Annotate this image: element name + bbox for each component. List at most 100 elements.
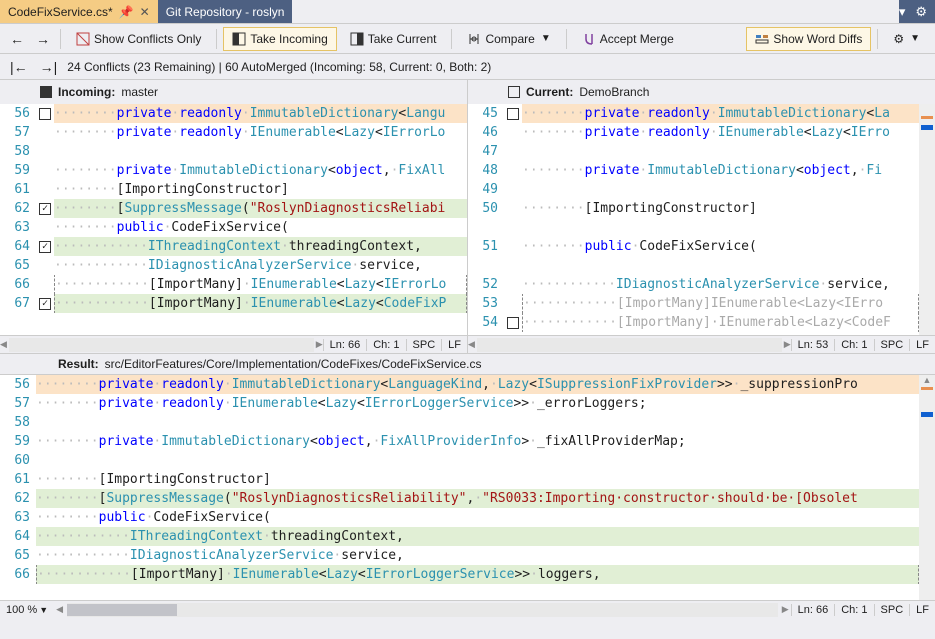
take-incoming-button[interactable]: Take Incoming (223, 27, 336, 51)
code-line[interactable]: 48········private·ImmutableDictionary<ob… (468, 161, 919, 180)
result-header: Result: src/EditorFeatures/Core/Implemen… (0, 353, 935, 375)
line-number: 54 (468, 313, 504, 332)
line-number: 63 (0, 508, 36, 527)
code-line[interactable]: 60 (0, 451, 919, 470)
line-number: 61 (0, 180, 36, 199)
code-line[interactable]: 64✓············IThreadingContext·threadi… (0, 237, 467, 256)
code-line[interactable]: 57········private·readonly·IEnumerable<L… (0, 394, 919, 413)
take-current-button[interactable]: Take Current (341, 27, 446, 51)
merge-toolbar: ← → Show Conflicts Only Take Incoming Ta… (0, 24, 935, 54)
code-line[interactable]: 46········private·readonly·IEnumerable<L… (468, 123, 919, 142)
code-line[interactable]: 56········private·readonly·ImmutableDict… (0, 104, 467, 123)
code-line[interactable]: 45········private·readonly·ImmutableDict… (468, 104, 919, 123)
tab-label: CodeFixService.cs* (8, 5, 113, 19)
line-number: 65 (0, 256, 36, 275)
horizontal-scrollbar[interactable]: ◀▶ (0, 338, 323, 352)
code-line[interactable]: 66············[ImportMany]·IEnumerable<L… (0, 275, 467, 294)
line-checkbox[interactable]: ✓ (39, 298, 51, 310)
line-number: 64 (0, 527, 36, 546)
select-all-incoming-checkbox[interactable] (40, 86, 52, 98)
next-conflict-icon[interactable]: →| (38, 59, 60, 75)
compare-icon (467, 32, 481, 46)
current-pane: Current: DemoBranch 45········private·re… (468, 80, 935, 353)
conflict-summary-text: 24 Conflicts (23 Remaining) | 60 AutoMer… (67, 60, 491, 74)
line-checkbox[interactable] (507, 317, 519, 329)
tab-label: Git Repository - roslyn (166, 5, 285, 19)
line-number: 61 (0, 470, 36, 489)
horizontal-scrollbar[interactable] (67, 603, 778, 617)
incoming-label: Incoming: (58, 85, 115, 99)
result-pane: 56········private·readonly·ImmutableDict… (0, 375, 935, 600)
code-line[interactable]: 64············IThreadingContext·threadin… (0, 527, 919, 546)
tab-git-repository[interactable]: Git Repository - roslyn (158, 0, 293, 23)
current-label: Current: (526, 85, 573, 99)
line-checkbox[interactable]: ✓ (39, 203, 51, 215)
line-number: 49 (468, 180, 504, 199)
nav-forward-icon[interactable]: → (32, 31, 54, 47)
code-line[interactable]: 63········public·CodeFixService( (0, 218, 467, 237)
code-line[interactable]: 58 (0, 413, 919, 432)
line-number: 58 (0, 142, 36, 161)
dropdown-icon[interactable]: ▾ (899, 4, 906, 20)
code-line[interactable]: 53············[ImportMany]IEnumerable<La… (468, 294, 919, 313)
result-code[interactable]: 56········private·readonly·ImmutableDict… (0, 375, 919, 600)
code-line[interactable]: 49 (468, 180, 919, 199)
code-line[interactable]: 51········public·CodeFixService( (468, 237, 919, 256)
diff-panes: Incoming: master 56········private·reado… (0, 80, 935, 353)
code-line[interactable]: 67✓············[ImportMany]·IEnumerable<… (0, 294, 467, 313)
code-line[interactable]: 62········[SuppressMessage("RoslynDiagno… (0, 489, 919, 508)
conflict-summary-bar: |← →| 24 Conflicts (23 Remaining) | 60 A… (0, 54, 935, 80)
incoming-code[interactable]: 56········private·readonly·ImmutableDict… (0, 104, 467, 335)
line-number: 62 (0, 199, 36, 218)
overview-ruler[interactable] (919, 104, 935, 335)
line-checkbox[interactable] (507, 108, 519, 120)
accept-merge-button[interactable]: Accept Merge (573, 27, 683, 51)
code-line[interactable]: 63········public·CodeFixService( (0, 508, 919, 527)
nav-back-icon[interactable]: ← (6, 31, 28, 47)
show-word-diffs-button[interactable]: Show Word Diffs (746, 27, 871, 51)
code-line[interactable]: 58 (0, 142, 467, 161)
take-incoming-icon (232, 32, 246, 46)
line-number: 66 (0, 565, 36, 584)
horizontal-scrollbar[interactable]: ◀▶ (468, 338, 791, 352)
code-line[interactable]: 65············IDiagnosticAnalyzerService… (0, 256, 467, 275)
settings-button[interactable]: ⚙ ▼ (884, 27, 929, 51)
settings-gear-icon[interactable]: ⚙ (915, 4, 927, 20)
code-line[interactable]: 62✓········[SuppressMessage("RoslynDiagn… (0, 199, 467, 218)
current-code[interactable]: 45········private·readonly·ImmutableDict… (468, 104, 919, 335)
code-line[interactable]: 52············IDiagnosticAnalyzerService… (468, 275, 919, 294)
select-all-current-checkbox[interactable] (508, 86, 520, 98)
result-path: src/EditorFeatures/Core/Implementation/C… (105, 357, 482, 371)
close-icon[interactable]: ✕ (140, 5, 150, 19)
code-line[interactable]: 56········private·readonly·ImmutableDict… (0, 375, 919, 394)
code-line[interactable]: 59········private·ImmutableDictionary<ob… (0, 432, 919, 451)
code-line[interactable]: 66············[ImportMany]·IEnumerable<L… (0, 565, 919, 584)
compare-button[interactable]: Compare ▼ (458, 27, 559, 51)
incoming-pane: Incoming: master 56········private·reado… (0, 80, 468, 353)
line-number: 47 (468, 142, 504, 161)
result-label: Result: (58, 357, 99, 371)
line-checkbox[interactable] (39, 108, 51, 120)
zoom-level[interactable]: 100 %▼ (0, 604, 54, 616)
code-line[interactable]: 50········[ImportingConstructor] (468, 199, 919, 218)
code-line[interactable]: 59········private·ImmutableDictionary<ob… (0, 161, 467, 180)
code-line[interactable]: 65············IDiagnosticAnalyzerService… (0, 546, 919, 565)
code-line[interactable]: 61········[ImportingConstructor] (0, 470, 919, 489)
code-line[interactable]: 61········[ImportingConstructor] (0, 180, 467, 199)
code-line[interactable]: 47 (468, 142, 919, 161)
line-checkbox[interactable]: ✓ (39, 241, 51, 253)
code-line[interactable] (468, 218, 919, 237)
pin-icon[interactable]: 📌 (119, 5, 134, 19)
show-conflicts-only-button[interactable]: Show Conflicts Only (67, 27, 210, 51)
tab-codefixservice[interactable]: CodeFixService.cs* 📌 ✕ (0, 0, 158, 23)
line-number: 56 (0, 375, 36, 394)
code-line[interactable]: 57········private·readonly·IEnumerable<L… (0, 123, 467, 142)
line-number: 57 (0, 394, 36, 413)
word-diffs-icon (755, 32, 769, 46)
code-line[interactable] (468, 256, 919, 275)
conflicts-icon (76, 32, 90, 46)
code-line[interactable]: 54············[ImportMany]·IEnumerable<L… (468, 313, 919, 332)
first-conflict-icon[interactable]: |← (8, 59, 30, 75)
vertical-scrollbar[interactable]: ▲ (919, 375, 935, 600)
incoming-branch: master (121, 85, 158, 99)
